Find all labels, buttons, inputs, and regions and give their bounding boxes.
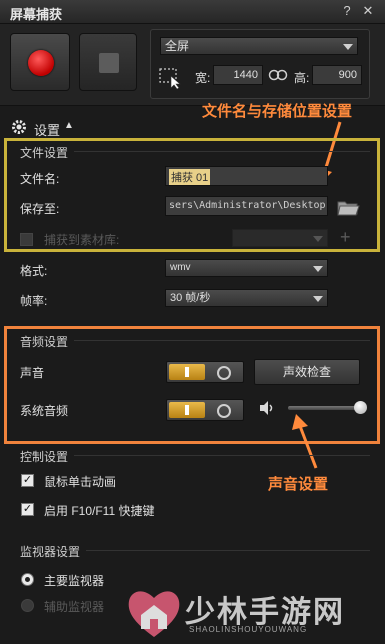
toggle-on-indicator [169, 364, 205, 380]
gear-icon[interactable] [10, 118, 28, 136]
watermark-subtext: SHAOLINSHOUYOUWANG [189, 625, 308, 634]
mouse-click-animation-label: 鼠标单击动画 [44, 475, 117, 489]
watermark-logo-icon [128, 591, 180, 637]
filename-input[interactable]: 捕获 01 [165, 166, 328, 186]
region-mode-dropdown[interactable]: 全屏 [160, 37, 358, 55]
format-label: 格式: [20, 264, 48, 278]
region-mode-value: 全屏 [165, 39, 190, 53]
settings-label[interactable]: 设置 [34, 120, 60, 139]
save-to-label: 保存至: [20, 202, 60, 216]
mouse-click-animation-checkbox[interactable]: ✓ [21, 474, 34, 487]
title-bar: 屏幕捕获 ? ✕ [0, 0, 385, 24]
watermark: 少林手游网 SHAOLINSHOUYOUWANG [125, 585, 380, 641]
hotkeys-label: 启用 F10/F11 快捷键 [44, 504, 155, 518]
system-audio-label: 系统音频 [20, 404, 69, 418]
format-value: wmv [170, 262, 191, 273]
voice-label: 声音 [20, 366, 45, 380]
divider [86, 550, 370, 551]
chevron-down-icon [343, 44, 353, 50]
window-title: 屏幕捕获 [10, 7, 63, 22]
monitor-settings-title: 监视器设置 [20, 545, 81, 559]
secondary-monitor-radio[interactable] [21, 599, 34, 612]
file-settings-title: 文件设置 [20, 146, 69, 160]
close-icon[interactable]: ✕ [360, 3, 376, 19]
sound-check-button[interactable]: 声效检查 [254, 359, 360, 385]
capture-to-library-checkbox[interactable] [20, 233, 33, 246]
audio-settings-annotation: 声音设置 [268, 476, 329, 493]
record-button[interactable] [10, 33, 70, 91]
chevron-down-icon [313, 266, 323, 272]
primary-monitor-label: 主要监视器 [44, 574, 105, 588]
height-input[interactable]: 900 [312, 65, 362, 85]
secondary-monitor-label: 辅助监视器 [44, 600, 105, 614]
volume-slider-handle[interactable] [354, 401, 367, 414]
filename-label: 文件名: [20, 172, 60, 186]
divider [74, 151, 370, 152]
link-icon[interactable] [268, 68, 288, 82]
add-library-icon[interactable]: + [340, 227, 351, 248]
chevron-down-icon [313, 236, 323, 242]
framerate-label: 帧率: [20, 294, 48, 308]
width-input[interactable]: 1440 [213, 65, 263, 85]
width-label: 宽: [195, 71, 211, 85]
collapse-arrow-icon[interactable]: ▲ [64, 120, 74, 131]
annotation-arrow [292, 414, 318, 469]
divider [74, 340, 370, 341]
volume-slider-track[interactable] [288, 406, 362, 410]
stop-button[interactable] [79, 33, 137, 91]
framerate-dropdown[interactable]: 30 帧/秒 [165, 289, 328, 307]
control-settings-title: 控制设置 [20, 450, 69, 464]
region-select-icon[interactable] [158, 66, 184, 90]
height-label: 高: [294, 71, 310, 85]
chevron-down-icon [313, 296, 323, 302]
save-path-input[interactable]: sers\Administrator\Desktop [165, 196, 328, 216]
stop-icon [99, 53, 119, 73]
system-audio-toggle[interactable] [166, 399, 244, 421]
speaker-icon[interactable] [258, 400, 276, 416]
toggle-on-indicator [169, 402, 205, 418]
toggle-off-indicator [217, 366, 231, 380]
record-icon [28, 50, 54, 76]
format-dropdown[interactable]: wmv [165, 259, 328, 277]
hotkeys-checkbox[interactable]: ✓ [21, 503, 34, 516]
divider [74, 455, 370, 456]
help-icon[interactable]: ? [339, 3, 355, 19]
capture-to-library-label: 捕获到素材库: [44, 233, 120, 247]
filename-value: 捕获 01 [169, 169, 211, 185]
audio-settings-title: 音频设置 [20, 335, 69, 349]
primary-monitor-radio[interactable] [21, 573, 34, 586]
framerate-value: 30 帧/秒 [170, 292, 211, 304]
folder-icon[interactable] [336, 197, 360, 217]
library-dropdown[interactable] [232, 229, 328, 247]
voice-toggle[interactable] [166, 361, 244, 383]
toggle-off-indicator [217, 404, 231, 418]
